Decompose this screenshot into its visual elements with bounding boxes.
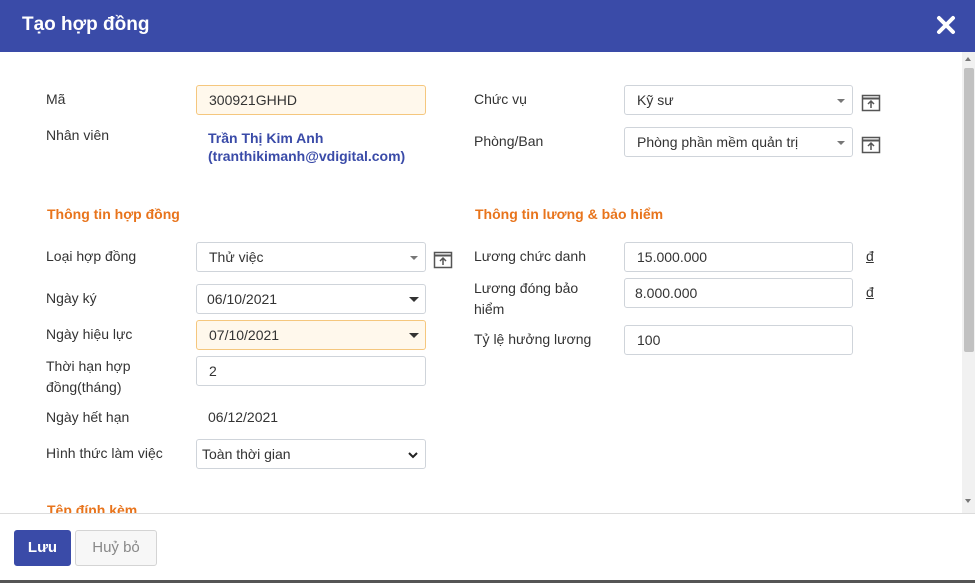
date-dropdown-icon [409,297,419,302]
phong-ban-select[interactable]: Phòng phần mềm quản trị [624,127,853,157]
loai-hop-dong-label: Loại hợp đồng [46,248,137,264]
thoi-han-input[interactable]: 2 [196,356,426,386]
dropdown-caret-icon [410,256,418,260]
ngay-ky-label: Ngày ký [46,290,97,306]
dialog-header: Tạo hợp đồng [0,0,975,52]
chuc-vu-label: Chức vụ [474,91,527,107]
scroll-down-icon[interactable] [965,499,971,503]
ty-le-input[interactable]: 100 [624,325,853,355]
thoi-han-label-line2: đồng(tháng) [46,379,122,395]
dialog-title: Tạo hợp đồng [22,14,150,35]
luong-chuc-danh-input[interactable]: 15.000.000 [624,242,853,272]
date-dropdown-icon [409,333,419,338]
phong-ban-value: Phòng phần mềm quản trị [637,134,799,150]
ty-le-label: Tỷ lệ hưởng lương [474,331,592,347]
ma-input[interactable]: 300921GHHD [196,85,426,115]
luong-bh-input[interactable]: 8.000.000 [624,278,853,308]
nhan-vien-label: Nhân viên [46,127,110,143]
ngay-ky-datepicker[interactable]: 06/10/2021 [196,284,426,314]
phong-ban-label: Phòng/Ban [474,133,544,149]
cancel-button[interactable]: Huỷ bỏ [75,530,157,566]
luong-chuc-danh-value: 15.000.000 [637,249,708,265]
salary-section-title: Thông tin lương & bảo hiểm [475,206,664,222]
hinh-thuc-label: Hình thức làm việc [46,445,163,461]
open-list-icon[interactable] [433,250,453,270]
luong-bh-label-line2: hiểm [474,301,505,317]
ma-label: Mã [46,91,66,107]
ngay-het-han-value: 06/12/2021 [208,409,279,425]
thoi-han-value: 2 [209,363,217,379]
hinh-thuc-value: Toàn thời gian [202,446,291,462]
ngay-hieu-luc-label: Ngày hiệu lực [46,326,133,342]
currency-symbol: đ [866,248,874,264]
save-button[interactable]: Lưu [14,530,71,566]
dropdown-caret-icon [837,141,845,145]
luong-bh-label-line1: Lương đóng bảo [474,280,579,296]
scroll-up-icon[interactable] [965,57,971,61]
luong-bh-value: 8.000.000 [635,285,698,301]
currency-symbol: đ [866,284,874,300]
open-list-icon[interactable] [861,93,881,113]
ngay-hieu-luc-datepicker[interactable]: 07/10/2021 [196,320,426,350]
chuc-vu-value: Kỹ sư [637,92,674,108]
close-icon[interactable] [934,13,958,37]
attachment-section-title: Tệp đính kèm [47,502,138,513]
ngay-het-han-label: Ngày hết hạn [46,409,130,425]
employee-email-link[interactable]: (tranthikimanh@vdigital.com) [208,147,405,165]
ngay-hieu-luc-value: 07/10/2021 [209,327,280,343]
chevron-down-icon [408,452,418,459]
scrollbar-thumb[interactable] [964,68,974,352]
ngay-ky-value: 06/10/2021 [207,291,278,307]
ma-value: 300921GHHD [209,92,297,108]
contract-section-title: Thông tin hợp đồng [47,206,180,222]
dialog-body: Mã 300921GHHD Nhân viên Trần Thị Kim Anh… [0,52,975,513]
hinh-thuc-select[interactable]: Toàn thời gian [196,439,426,469]
loai-hop-dong-select[interactable]: Thử việc [196,242,426,272]
ty-le-value: 100 [637,332,661,348]
open-list-icon[interactable] [861,135,881,155]
dialog-footer: Lưu Huỷ bỏ [0,513,975,580]
thoi-han-label-line1: Thời hạn hợp [46,358,131,374]
luong-chuc-danh-label: Lương chức danh [474,248,586,264]
chuc-vu-select[interactable]: Kỹ sư [624,85,853,115]
loai-hop-dong-value: Thử việc [209,249,264,265]
vertical-scrollbar[interactable] [962,52,975,513]
employee-name-link[interactable]: Trần Thị Kim Anh [208,129,323,147]
dropdown-caret-icon [837,99,845,103]
